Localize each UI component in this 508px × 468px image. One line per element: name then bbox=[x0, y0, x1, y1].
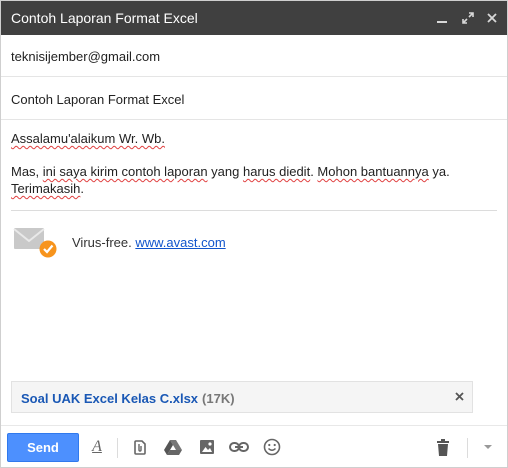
message-segment: Terimakasih bbox=[11, 181, 81, 196]
formatting-icon[interactable]: A bbox=[87, 437, 107, 457]
message-segment: . bbox=[80, 181, 84, 196]
message-segment: harus diedit bbox=[242, 164, 311, 179]
compose-window: Contoh Laporan Format Excel teknisijembe… bbox=[0, 0, 508, 468]
attachment-name[interactable]: Soal UAK Excel Kelas C.xlsx (17K) bbox=[21, 391, 235, 406]
virus-free-text: Virus-free. www.avast.com bbox=[72, 235, 226, 250]
compose-toolbar: Send A bbox=[1, 425, 507, 467]
avast-signature: Virus-free. www.avast.com bbox=[13, 225, 493, 261]
maximize-icon[interactable] bbox=[457, 7, 479, 29]
insert-link-icon[interactable] bbox=[229, 437, 249, 457]
signature-divider bbox=[11, 210, 497, 211]
title-bar[interactable]: Contoh Laporan Format Excel bbox=[1, 1, 507, 35]
greeting-line: Assalamu'alaikum Wr. Wb. bbox=[11, 131, 165, 146]
insert-photo-icon[interactable] bbox=[197, 437, 217, 457]
attach-file-icon[interactable] bbox=[130, 437, 150, 457]
message-paragraph: Mas, ini saya kirim contoh laporan yang … bbox=[11, 163, 471, 197]
subject-text: Contoh Laporan Format Excel bbox=[11, 92, 185, 107]
message-segment: yang bbox=[207, 164, 243, 179]
trash-icon[interactable] bbox=[433, 437, 453, 457]
message-segment: ini saya kirim contoh laporan bbox=[42, 164, 208, 179]
window-title: Contoh Laporan Format Excel bbox=[11, 10, 198, 26]
attachment-size: (17K) bbox=[202, 391, 235, 406]
subject-field[interactable]: Contoh Laporan Format Excel bbox=[1, 78, 507, 120]
avast-link[interactable]: www.avast.com bbox=[135, 235, 225, 250]
attachment-chip[interactable]: Soal UAK Excel Kelas C.xlsx (17K) bbox=[11, 381, 473, 413]
google-drive-icon[interactable] bbox=[163, 437, 183, 457]
toolbar-divider bbox=[117, 438, 118, 458]
minimize-icon[interactable] bbox=[431, 7, 453, 29]
remove-attachment-icon[interactable] bbox=[452, 389, 466, 403]
message-segment: Mas, bbox=[11, 164, 43, 179]
message-segment: Mohon bantuannya bbox=[317, 164, 429, 179]
greeting-text: Assalamu'alaikum Wr. Wb. bbox=[11, 131, 165, 146]
avast-envelope-check-icon bbox=[13, 225, 59, 262]
send-button[interactable]: Send bbox=[7, 433, 79, 462]
attachment-filename: Soal UAK Excel Kelas C.xlsx bbox=[21, 391, 199, 406]
recipient-address: teknisijember@gmail.com bbox=[11, 49, 161, 64]
more-options-icon[interactable] bbox=[478, 437, 498, 457]
message-segment: ya. bbox=[428, 164, 450, 179]
emoji-icon[interactable] bbox=[262, 437, 282, 457]
recipients-field[interactable]: teknisijember@gmail.com bbox=[1, 35, 507, 77]
virus-free-label: Virus-free. bbox=[72, 235, 132, 250]
toolbar-divider-right bbox=[467, 438, 468, 458]
close-icon[interactable] bbox=[481, 7, 503, 29]
